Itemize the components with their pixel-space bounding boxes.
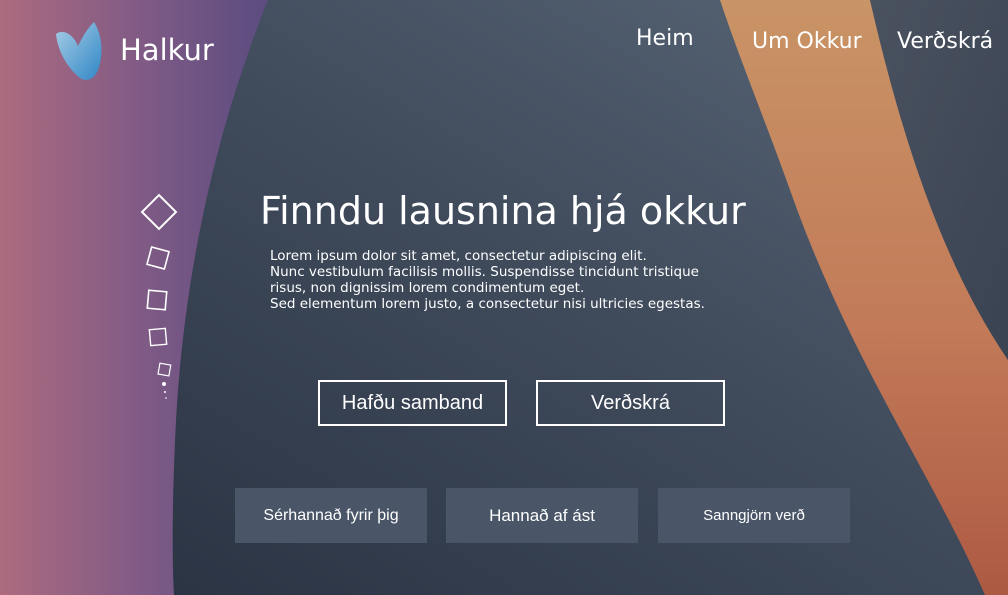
dot-icon[interactable]	[164, 391, 167, 399]
square-outline-icon[interactable]	[146, 289, 168, 311]
square-outline-icon[interactable]	[157, 362, 172, 377]
hero-description: Lorem ipsum dolor sit amet, consectetur …	[270, 248, 740, 312]
contact-button[interactable]: Hafðu samband	[318, 380, 507, 426]
brand-name[interactable]: Halkur	[120, 33, 214, 67]
diamond-outline-icon[interactable]	[140, 193, 178, 231]
nav-link-um-okkur[interactable]: Um Okkur	[752, 29, 862, 54]
feature-card-fair-price[interactable]: Sanngjörn verð	[658, 488, 850, 543]
square-outline-icon[interactable]	[145, 245, 171, 271]
hero-title: Finndu lausnina hjá okkur	[260, 189, 746, 233]
hero-description-line: risus, non dignissim lorem condimentum e…	[270, 280, 585, 296]
square-outline-icon[interactable]	[148, 327, 168, 347]
hero-description-line: Sed elementum lorem justo, a consectetur…	[270, 296, 705, 312]
nav-link-heim[interactable]: Heim	[636, 26, 694, 51]
heart-drop-logo-icon[interactable]	[52, 20, 104, 82]
nav-link-verdskra[interactable]: Verðskrá	[897, 29, 993, 54]
hero-description-line: Nunc vestibulum facilisis mollis. Suspen…	[270, 264, 699, 280]
hero-description-line: Lorem ipsum dolor sit amet, consectetur …	[270, 248, 647, 264]
slide-indicator	[140, 193, 178, 399]
feature-card-love[interactable]: Hannað af ást	[446, 488, 638, 543]
feature-card-custom[interactable]: Sérhannað fyrir þig	[235, 488, 427, 543]
pricing-button[interactable]: Verðskrá	[536, 380, 725, 426]
dot-icon[interactable]	[162, 382, 166, 386]
